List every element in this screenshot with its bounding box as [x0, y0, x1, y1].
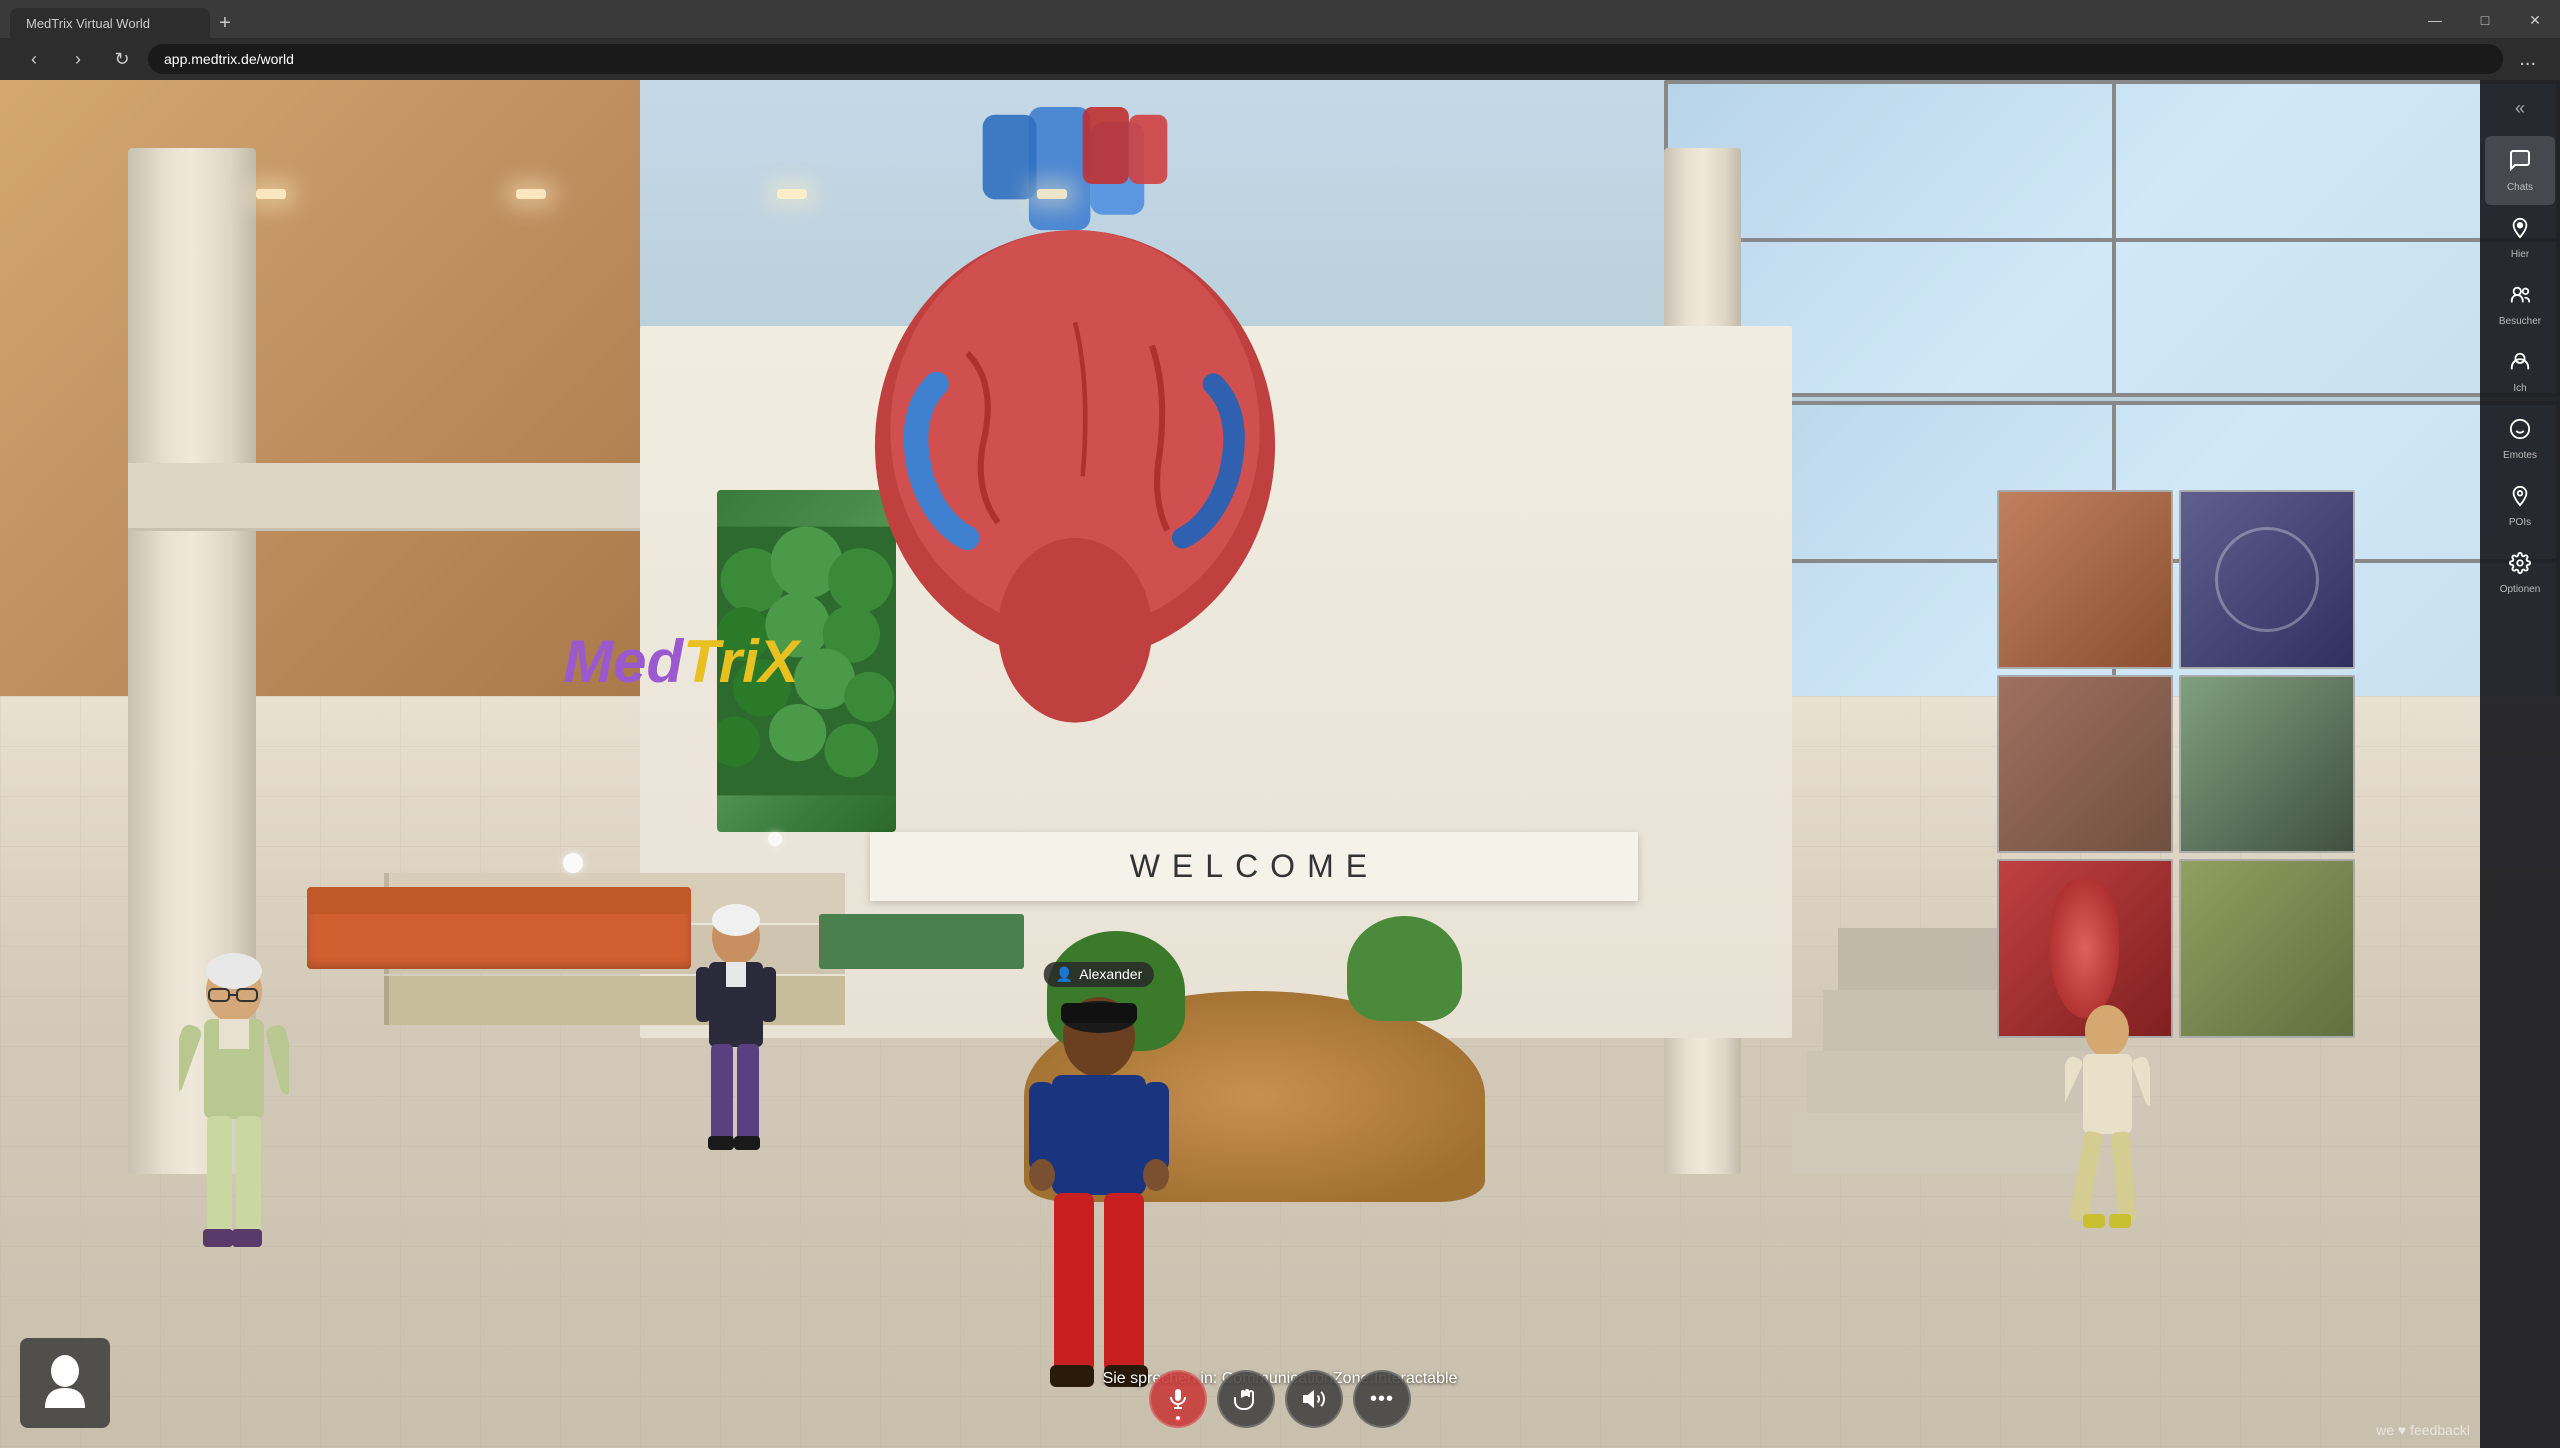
- branding-text: we ♥ feedbackl: [2376, 1422, 2470, 1438]
- add-tab-button[interactable]: +: [210, 8, 240, 38]
- pois-icon: [2509, 485, 2531, 513]
- forward-button[interactable]: ›: [60, 41, 96, 77]
- green-seating: [819, 914, 1024, 969]
- heart-svg: [819, 107, 1331, 723]
- sidebar-item-chats[interactable]: Chats: [2485, 136, 2555, 205]
- image-gallery: [1997, 490, 2355, 1037]
- logo-trix: Tri: [683, 628, 759, 695]
- user-avatar-button[interactable]: [20, 1338, 110, 1428]
- avatar-icon: 👤: [1056, 966, 1073, 983]
- emotes-label: Emotes: [2503, 450, 2537, 461]
- seating-back: [307, 887, 691, 914]
- logo-med: Med: [563, 628, 683, 695]
- pois-label: POIs: [2509, 517, 2531, 528]
- window-controls: — □ ✕: [2410, 0, 2560, 40]
- chats-label: Chats: [2507, 182, 2533, 193]
- ceiling-lights: [256, 189, 1792, 199]
- sidebar-item-hier[interactable]: Hier: [2485, 205, 2555, 272]
- welcome-sign: WELCOME: [870, 832, 1638, 900]
- viewport: MedTriX: [0, 80, 2560, 1448]
- avatar-name-text: Alexander: [1079, 966, 1142, 982]
- ich-label: Ich: [2513, 383, 2526, 394]
- back-button[interactable]: ‹: [16, 41, 52, 77]
- heart-model: [819, 107, 1331, 723]
- close-button[interactable]: ✕: [2510, 0, 2560, 40]
- address-bar[interactable]: [148, 44, 2503, 74]
- gallery-img-1: [1997, 490, 2173, 668]
- browser-chrome: MedTrix Virtual World + — □ ✕ ‹ › ↻ ...: [0, 0, 2560, 80]
- window-pane-1: [1664, 80, 2560, 397]
- bottom-controls: •••: [1149, 1370, 1411, 1428]
- refresh-button[interactable]: ↻: [104, 41, 140, 77]
- welcome-text: WELCOME: [1130, 848, 1379, 885]
- emotes-icon: [2509, 418, 2531, 446]
- nav-more-button[interactable]: ...: [2511, 48, 2544, 71]
- gallery-img-2: [2179, 490, 2355, 668]
- avatar-left: [179, 951, 289, 1311]
- collapse-icon: «: [2515, 98, 2525, 119]
- optionen-label: Optionen: [2500, 584, 2541, 595]
- sidebar-item-ich[interactable]: Ich: [2485, 339, 2555, 406]
- maximize-button[interactable]: □: [2460, 0, 2510, 40]
- ceiling-light-3: [777, 189, 807, 199]
- minimize-button[interactable]: —: [2410, 0, 2460, 40]
- sidebar-item-optionen[interactable]: Optionen: [2485, 540, 2555, 607]
- sidebar-collapse-button[interactable]: «: [2502, 90, 2538, 126]
- avatar-mid-left: [691, 902, 781, 1202]
- hier-icon: [2509, 217, 2531, 245]
- sidebar-item-emotes[interactable]: Emotes: [2485, 406, 2555, 473]
- avatar-main: 👤 Alexander: [1024, 937, 1174, 1407]
- tab-bar: MedTrix Virtual World + — □ ✕: [0, 0, 2560, 40]
- avatar-right: [2065, 996, 2150, 1256]
- ceiling-light-1: [256, 189, 286, 199]
- voice-button[interactable]: [1149, 1370, 1207, 1428]
- optionen-icon: [2509, 552, 2531, 580]
- ceiling-light-2: [516, 189, 546, 199]
- hand-icon: [1234, 1387, 1258, 1411]
- more-options-button[interactable]: •••: [1353, 1370, 1411, 1428]
- right-sidebar: « Chats Hier: [2480, 80, 2560, 1448]
- branding: we ♥ feedbackl: [2376, 1422, 2470, 1438]
- besucher-icon: [2508, 284, 2532, 312]
- nav-bar: ‹ › ↻ ...: [0, 38, 2560, 80]
- user-silhouette-icon: [40, 1353, 90, 1413]
- gallery-img-4: [2179, 675, 2355, 853]
- speaker-icon: [1302, 1387, 1326, 1411]
- sidebar-item-besucher[interactable]: Besucher: [2485, 272, 2555, 339]
- avatar-name-tag: 👤 Alexander: [1044, 962, 1154, 987]
- gallery-img-3: [1997, 675, 2173, 853]
- active-tab[interactable]: MedTrix Virtual World: [10, 8, 210, 38]
- more-dots-icon: •••: [1370, 1388, 1394, 1411]
- gallery-img-6: [2179, 859, 2355, 1037]
- hier-label: Hier: [2511, 249, 2529, 260]
- chats-icon: [2508, 148, 2532, 178]
- dot-indicator-2: [768, 832, 782, 846]
- tab-label: MedTrix Virtual World: [26, 16, 150, 31]
- ceiling-light-4: [1037, 189, 1067, 199]
- besucher-label: Besucher: [2499, 316, 2541, 327]
- sidebar-item-pois[interactable]: POIs: [2485, 473, 2555, 540]
- gesture-button[interactable]: [1217, 1370, 1275, 1428]
- medtrix-logo: MedTriX: [563, 627, 799, 696]
- logo-x: X: [759, 628, 799, 695]
- ich-icon: [2509, 351, 2531, 379]
- audio-button[interactable]: [1285, 1370, 1343, 1428]
- mic-icon: [1166, 1387, 1190, 1411]
